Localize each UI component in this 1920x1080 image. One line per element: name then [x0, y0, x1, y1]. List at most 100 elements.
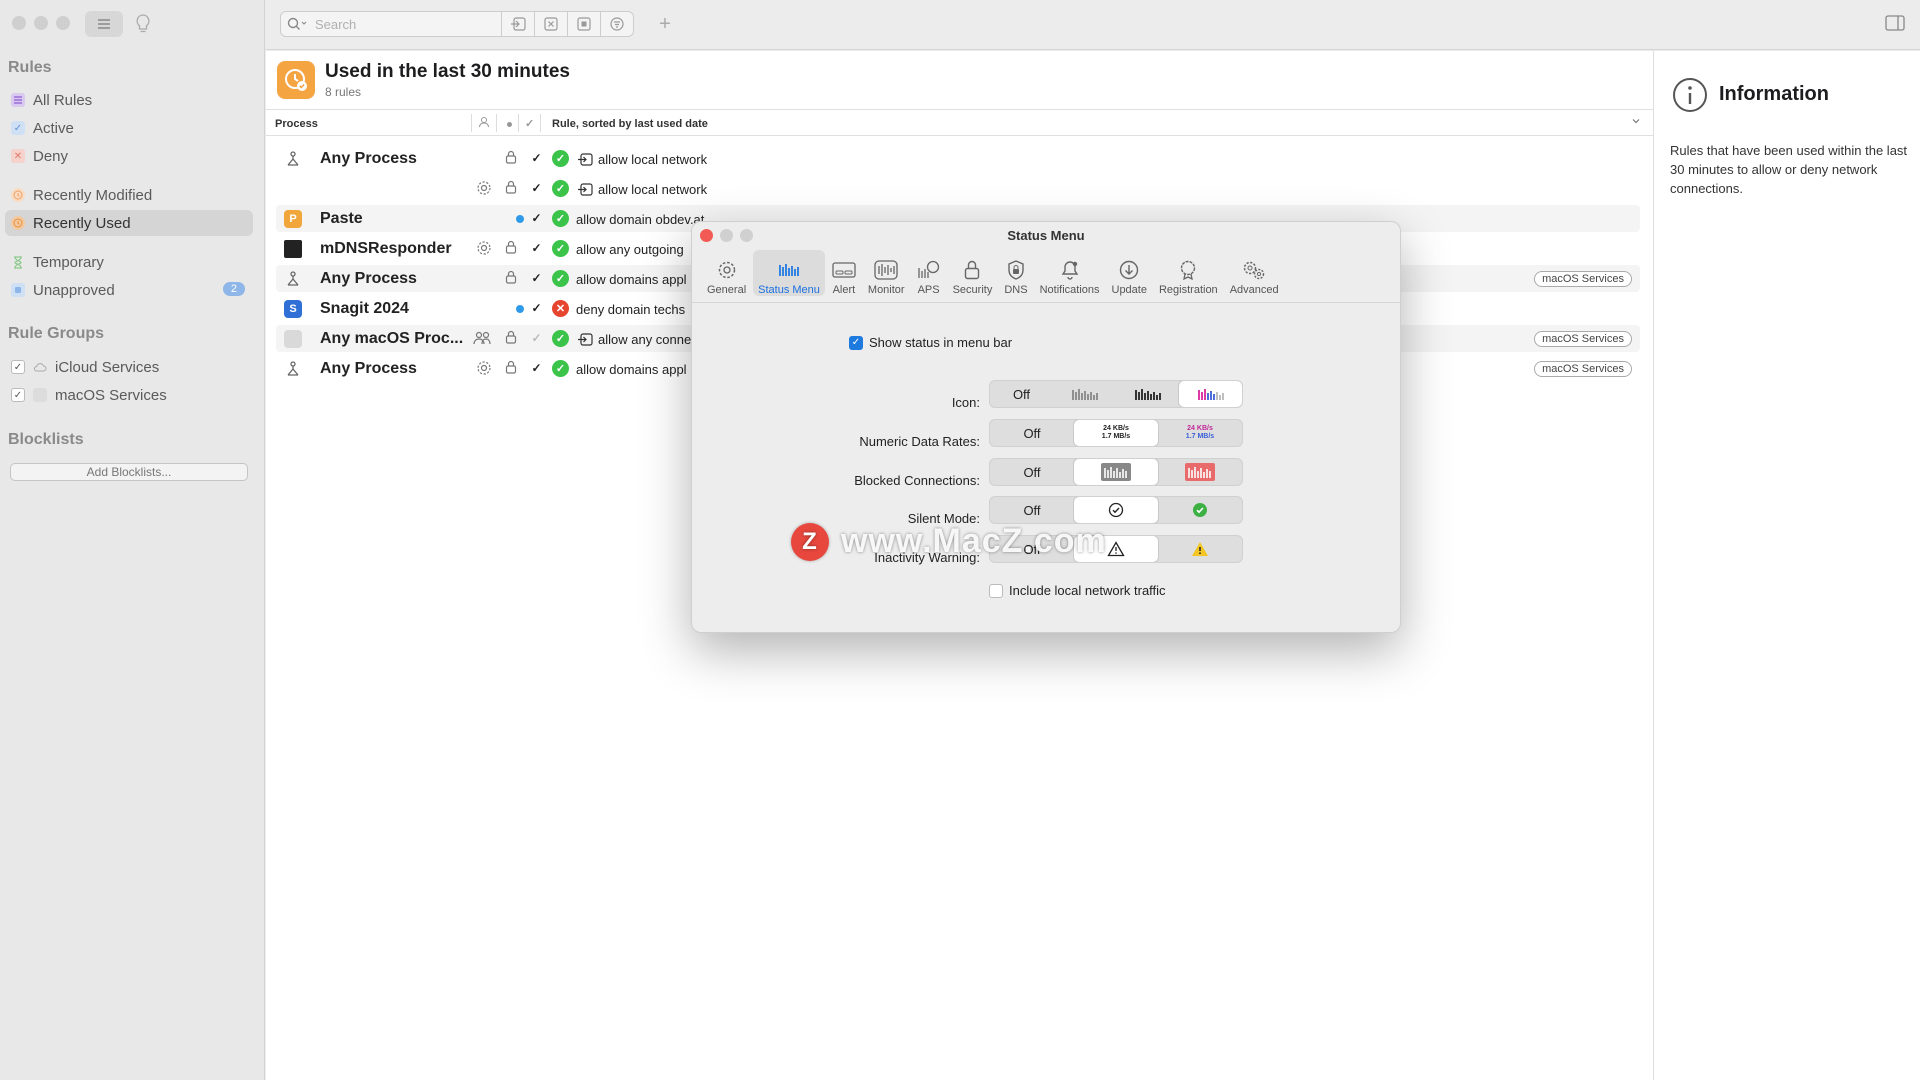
gear-icon: [717, 259, 737, 281]
info-icon: [1672, 77, 1708, 118]
rule-enabled-checkbox[interactable]: ✓: [530, 332, 543, 345]
numeric-off-option[interactable]: Off: [990, 420, 1074, 446]
add-blocklists-button[interactable]: Add Blocklists...: [10, 463, 248, 481]
tab-status-menu[interactable]: Status Menu: [753, 250, 825, 296]
lightbulb-icon[interactable]: [134, 13, 152, 35]
rule-enabled-checkbox[interactable]: ✓: [530, 242, 543, 255]
rule-enabled-checkbox[interactable]: ✓: [530, 152, 543, 165]
bell-icon: [1060, 259, 1080, 281]
sidebar-item-unapproved[interactable]: Unapproved 2: [5, 277, 253, 303]
sidebar-item-active[interactable]: ✓ Active: [5, 115, 253, 141]
tab-advanced[interactable]: Advanced: [1225, 250, 1284, 296]
process-name: Snagit 2024: [320, 300, 409, 317]
chevron-down-icon[interactable]: [1631, 116, 1641, 129]
close-window-button[interactable]: [12, 16, 26, 30]
rule-count: 8 rules: [325, 85, 362, 99]
table-row[interactable]: Any Process ✓ ✓ allow local network: [276, 145, 1640, 172]
icon-gray-bars-option[interactable]: [1053, 381, 1116, 407]
icon-color-bars-option[interactable]: [1179, 381, 1242, 407]
sidebar-item-recently-used[interactable]: Recently Used: [5, 210, 253, 236]
sidebar-group-macos[interactable]: ✓ macOS Services: [5, 382, 253, 408]
sidebar-group-icloud[interactable]: ✓ iCloud Services: [5, 354, 253, 380]
silent-color-option[interactable]: [1158, 497, 1242, 523]
rule-text: allow domains appl: [576, 362, 687, 377]
green-check-circle-icon: [1193, 503, 1207, 517]
tab-aps[interactable]: APS: [912, 250, 946, 296]
status-dot: [516, 305, 524, 313]
import-button[interactable]: [502, 11, 535, 37]
tab-monitor[interactable]: Monitor: [863, 250, 910, 296]
group-enabled-checkbox[interactable]: ✓: [11, 388, 25, 402]
tab-security[interactable]: Security: [948, 250, 998, 296]
show-status-option[interactable]: ✓ Show status in menu bar: [849, 335, 1012, 350]
include-local-traffic-checkbox[interactable]: [989, 583, 1003, 598]
icon-off-option[interactable]: Off: [990, 381, 1053, 407]
sidebar-item-deny[interactable]: ✕ Deny: [5, 143, 253, 169]
allow-icon: ✓: [552, 240, 569, 257]
blocked-off-option[interactable]: Off: [990, 459, 1074, 485]
check-column-icon[interactable]: ✓: [525, 117, 534, 130]
users-icon: [472, 330, 492, 349]
icon-black-bars-option[interactable]: [1116, 381, 1179, 407]
include-local-traffic-option[interactable]: Include local network traffic: [989, 583, 1166, 598]
search-input[interactable]: [315, 16, 485, 32]
stop-button[interactable]: [568, 11, 601, 37]
tab-registration[interactable]: Registration: [1154, 250, 1223, 296]
numeric-mono-option[interactable]: 24 KB/s 1.7 MB/s: [1074, 420, 1158, 446]
all-rules-icon: [11, 93, 25, 107]
warning-outline-icon: [1107, 541, 1125, 557]
table-header: Process ✓ Rule, sorted by last used date: [266, 109, 1653, 136]
sidebar-group-label: macOS Services: [55, 386, 167, 404]
numeric-data-rates-label: Numeric Data Rates:: [859, 434, 980, 449]
information-panel: Information Rules that have been used wi…: [1653, 51, 1920, 1080]
tab-notifications[interactable]: Notifications: [1035, 250, 1105, 296]
silent-off-option[interactable]: Off: [990, 497, 1074, 523]
user-column-icon[interactable]: [478, 116, 490, 131]
include-local-traffic-label: Include local network traffic: [1009, 583, 1166, 598]
lock-icon: [505, 180, 517, 197]
dot-column-icon[interactable]: [507, 122, 512, 127]
blocked-red-option[interactable]: [1158, 459, 1242, 485]
shield-lock-icon: [1007, 259, 1025, 281]
search-icon: [287, 17, 307, 30]
tab-general[interactable]: General: [702, 250, 751, 296]
gears-icon: [1242, 259, 1266, 281]
sidebar-toggle-button[interactable]: [85, 11, 123, 37]
group-enabled-checkbox[interactable]: ✓: [11, 360, 25, 374]
sidebar: Rules All Rules ✓ Active ✕ Deny Recently…: [0, 0, 265, 1080]
delete-button[interactable]: [535, 11, 568, 37]
recently-used-header-icon: [277, 61, 315, 99]
inactivity-color-option[interactable]: [1158, 536, 1242, 562]
rule-enabled-checkbox[interactable]: ✓: [530, 212, 543, 225]
rule-enabled-checkbox[interactable]: ✓: [530, 272, 543, 285]
add-rule-button[interactable]: +: [652, 11, 678, 37]
minimize-window-button[interactable]: [34, 16, 48, 30]
blocklists-heading: Blocklists: [8, 431, 84, 448]
any-process-icon: [284, 150, 302, 168]
tab-dns[interactable]: DNS: [999, 250, 1032, 296]
sidebar-item-all-rules[interactable]: All Rules: [5, 87, 253, 113]
tab-alert[interactable]: Alert: [827, 250, 861, 296]
rule-text: allow domain obdev.at: [576, 212, 705, 227]
rule-enabled-checkbox[interactable]: ✓: [530, 302, 543, 315]
deny-x-icon: ✕: [11, 149, 25, 163]
numeric-color-option[interactable]: 24 KB/s 1.7 MB/s: [1158, 420, 1242, 446]
sidebar-item-recently-modified[interactable]: Recently Modified: [5, 182, 253, 208]
show-status-checkbox[interactable]: ✓: [849, 335, 863, 350]
zoom-window-button[interactable]: [56, 16, 70, 30]
sidebar-item-temporary[interactable]: Temporary: [5, 249, 253, 275]
silent-mono-option[interactable]: [1074, 497, 1158, 523]
table-row[interactable]: ✓ ✓ allow local network: [276, 175, 1640, 202]
sidebar-group-label: iCloud Services: [55, 358, 160, 376]
download-icon: [1119, 259, 1139, 281]
process-name: Any Process: [320, 270, 417, 287]
process-column-header[interactable]: Process: [275, 118, 318, 130]
rule-enabled-checkbox[interactable]: ✓: [530, 182, 543, 195]
filter-button[interactable]: [601, 11, 634, 37]
inspector-toggle-button[interactable]: [1884, 13, 1906, 33]
blocked-gray-option[interactable]: [1074, 459, 1158, 485]
rule-enabled-checkbox[interactable]: ✓: [530, 362, 543, 375]
search-field[interactable]: [280, 11, 502, 37]
tab-update[interactable]: Update: [1107, 250, 1152, 296]
rule-column-header[interactable]: Rule, sorted by last used date: [552, 118, 708, 130]
